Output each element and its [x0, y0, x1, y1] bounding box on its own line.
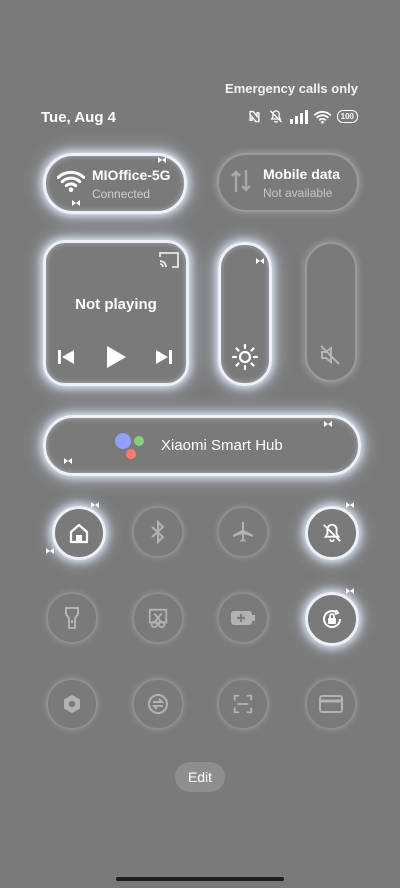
sync-icon — [148, 694, 168, 714]
mobile-data-icon — [231, 170, 251, 192]
sync-toggle[interactable] — [132, 678, 184, 730]
airplane-icon — [233, 522, 253, 542]
bluetooth-icon — [151, 520, 165, 544]
home-toggle[interactable] — [52, 506, 106, 560]
volume-muted-icon — [320, 345, 340, 365]
mute-icon — [269, 110, 282, 123]
do-not-disturb-toggle[interactable] — [305, 506, 359, 560]
settings-toggle[interactable] — [46, 678, 98, 730]
butterfly-icon — [346, 588, 354, 594]
previous-track-icon[interactable] — [57, 348, 75, 366]
mobile-data-card[interactable]: Mobile data Not available — [217, 153, 359, 212]
smart-hub-label: Xiaomi Smart Hub — [161, 437, 283, 454]
battery-icon: 100 — [336, 110, 358, 123]
card-icon — [319, 695, 343, 713]
brightness-icon — [231, 343, 259, 371]
rotation-lock-toggle[interactable] — [305, 592, 359, 646]
mobile-data-status: Not available — [263, 186, 333, 200]
wifi-icon — [313, 110, 331, 124]
bluetooth-toggle[interactable] — [132, 506, 184, 558]
butterfly-icon — [46, 548, 54, 554]
media-player-card[interactable]: Not playing — [43, 240, 189, 386]
media-status: Not playing — [75, 296, 157, 313]
bell-off-icon — [323, 523, 341, 543]
rotation-lock-icon — [323, 609, 342, 628]
airplane-mode-toggle[interactable] — [217, 506, 269, 558]
home-icon — [69, 523, 89, 544]
scissors-icon — [148, 608, 168, 629]
smart-hub-card[interactable]: Xiaomi Smart Hub — [43, 415, 361, 476]
emergency-calls-label: Emergency calls only — [225, 81, 358, 96]
wifi-icon — [57, 170, 85, 193]
wifi-network-name: MIOffice-5G — [92, 167, 171, 183]
butterfly-icon — [64, 458, 72, 464]
flashlight-toggle[interactable] — [46, 592, 98, 644]
screenshot-toggle[interactable] — [132, 592, 184, 644]
gear-icon — [64, 694, 80, 714]
next-track-icon[interactable] — [155, 348, 173, 366]
nfc-icon — [249, 110, 260, 123]
butterfly-icon — [72, 200, 80, 206]
status-icons: 100 — [247, 109, 358, 124]
card-toggle[interactable] — [305, 678, 357, 730]
flashlight-icon — [65, 607, 79, 629]
battery-saver-toggle[interactable] — [217, 592, 269, 644]
mobile-data-title: Mobile data — [263, 166, 341, 182]
butterfly-icon — [158, 157, 166, 163]
home-indicator[interactable] — [116, 877, 284, 881]
scanner-toggle[interactable] — [217, 678, 269, 730]
butterfly-icon — [91, 502, 99, 508]
battery-plus-icon — [231, 611, 255, 625]
signal-icon — [289, 109, 308, 124]
wifi-status: Connected — [92, 187, 151, 201]
cast-icon[interactable] — [158, 251, 180, 269]
butterfly-icon — [256, 258, 264, 264]
scanner-icon — [233, 694, 253, 714]
butterfly-icon — [346, 502, 354, 508]
smart-hub-logo-icon — [115, 433, 144, 459]
edit-button[interactable]: Edit — [175, 762, 225, 792]
date-label: Tue, Aug 4 — [41, 109, 116, 126]
volume-slider[interactable] — [305, 242, 357, 382]
butterfly-icon — [324, 421, 332, 427]
play-icon[interactable] — [105, 345, 127, 369]
